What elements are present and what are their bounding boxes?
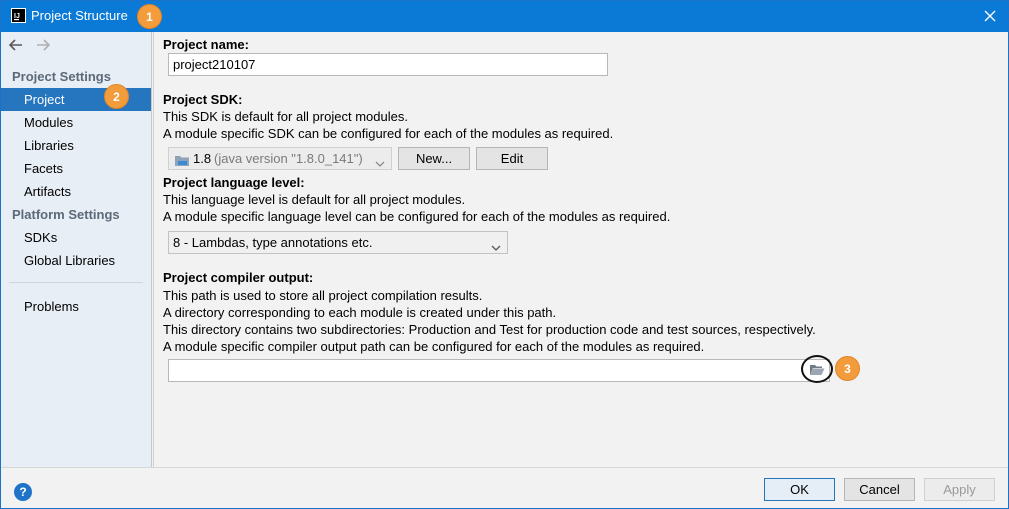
back-arrow-icon[interactable] xyxy=(8,38,24,55)
chevron-down-icon xyxy=(491,237,501,258)
folder-open-icon xyxy=(810,365,825,375)
compiler-output-desc-3: This directory contains two subdirectori… xyxy=(163,322,816,337)
project-sdk-dropdown[interactable]: 1.8 (java version "1.8.0_141") xyxy=(168,147,392,170)
window-title: Project Structure xyxy=(31,8,128,23)
sidebar-item-label: SDKs xyxy=(24,230,58,245)
language-level-label: Project language level: xyxy=(163,175,305,190)
forward-arrow-icon[interactable] xyxy=(35,38,51,55)
sidebar-divider xyxy=(9,282,143,283)
close-button[interactable] xyxy=(978,5,1002,27)
sidebar: Project Settings Project 2 Modules Libra… xyxy=(1,32,152,467)
sidebar-item-label: Artifacts xyxy=(24,184,71,199)
intellij-app-icon: IJ xyxy=(11,8,26,23)
section-platform-settings: Platform Settings xyxy=(12,207,120,222)
dialog-footer: ? OK Cancel Apply xyxy=(1,467,1008,508)
project-sdk-desc-1: This SDK is default for all project modu… xyxy=(163,109,408,124)
language-level-value: 8 - Lambdas, type annotations etc. xyxy=(173,235,373,250)
sidebar-item-global-libraries[interactable]: Global Libraries xyxy=(1,249,151,272)
apply-button[interactable]: Apply xyxy=(924,478,995,501)
sidebar-item-artifacts[interactable]: Artifacts xyxy=(1,180,151,203)
sidebar-item-label: Modules xyxy=(24,115,74,130)
help-icon[interactable]: ? xyxy=(14,483,32,501)
compiler-output-label: Project compiler output: xyxy=(163,270,314,285)
language-level-desc-2: A module specific language level can be … xyxy=(163,209,671,224)
compiler-output-desc-1: This path is used to store all project c… xyxy=(163,288,483,303)
project-name-input[interactable] xyxy=(168,53,608,76)
language-level-desc-1: This language level is default for all p… xyxy=(163,192,466,207)
svg-text:IJ: IJ xyxy=(14,13,20,20)
sidebar-item-sdks[interactable]: SDKs xyxy=(1,226,151,249)
compiler-output-desc-2: A directory corresponding to each module… xyxy=(163,305,557,320)
sidebar-item-libraries[interactable]: Libraries xyxy=(1,134,151,157)
browse-folder-button[interactable] xyxy=(803,357,831,382)
project-sdk-desc-2: A module specific SDK can be configured … xyxy=(163,126,614,141)
main-panel: Project name: Project SDK: This SDK is d… xyxy=(153,32,1008,467)
project-name-label: Project name: xyxy=(163,37,249,52)
language-level-dropdown[interactable]: 8 - Lambdas, type annotations etc. xyxy=(168,231,508,254)
chevron-down-icon xyxy=(375,153,385,174)
callout-badge-1: 1 xyxy=(137,4,162,29)
sdk-folder-icon xyxy=(174,152,190,173)
sidebar-item-label: Project xyxy=(24,92,65,107)
project-sdk-label: Project SDK: xyxy=(163,92,243,107)
title-bar[interactable]: IJ Project Structure 1 xyxy=(1,1,1008,32)
callout-badge-3: 3 xyxy=(835,356,860,381)
compiler-output-desc-4: A module specific compiler output path c… xyxy=(163,339,705,354)
sidebar-item-facets[interactable]: Facets xyxy=(1,157,151,180)
sidebar-item-label: Problems xyxy=(24,299,79,314)
sidebar-item-problems[interactable]: Problems xyxy=(1,295,151,318)
section-project-settings: Project Settings xyxy=(12,69,111,84)
sdk-new-button[interactable]: New... xyxy=(398,147,470,170)
sidebar-item-label: Libraries xyxy=(24,138,74,153)
project-structure-dialog: IJ Project Structure 1 Project Settings … xyxy=(0,0,1009,509)
close-icon xyxy=(984,10,996,22)
sidebar-item-modules[interactable]: Modules xyxy=(1,111,151,134)
compiler-output-input[interactable] xyxy=(168,359,830,382)
sdk-version-text: 1.8 xyxy=(193,151,212,166)
callout-badge-2: 2 xyxy=(104,84,129,109)
cancel-button[interactable]: Cancel xyxy=(844,478,915,501)
sidebar-item-label: Facets xyxy=(24,161,64,176)
ok-button[interactable]: OK xyxy=(764,478,835,501)
sdk-edit-button[interactable]: Edit xyxy=(476,147,548,170)
sdk-version-detail: (java version "1.8.0_141") xyxy=(214,151,363,166)
sidebar-item-label: Global Libraries xyxy=(24,253,116,268)
